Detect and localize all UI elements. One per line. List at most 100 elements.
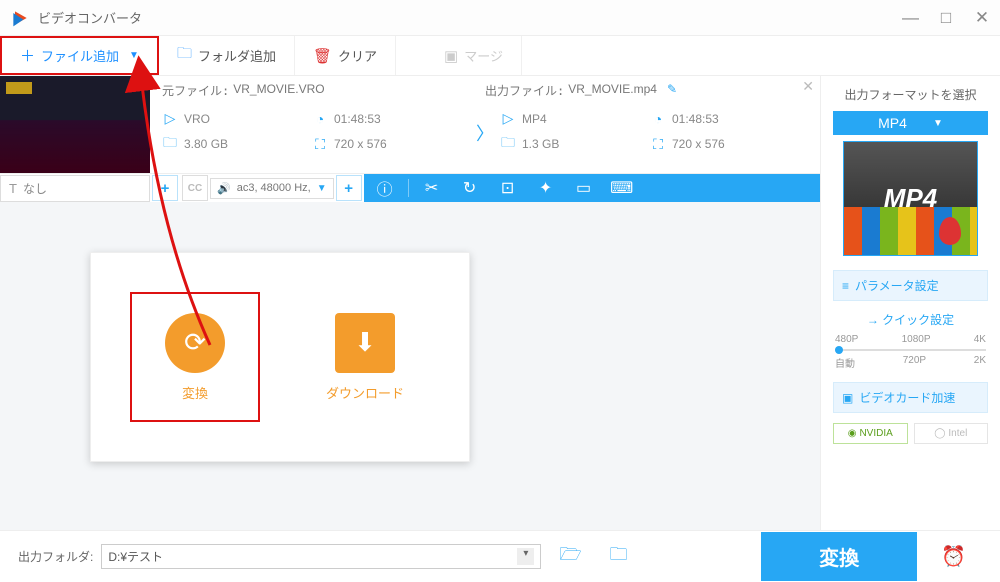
folder-icon: 🗀 [500, 132, 516, 156]
chevron-down-icon: ▼ [933, 118, 943, 129]
edit-toolbar: ⓘ ✂ ↻ ⊡ ✦ ▭ ⌨ [364, 174, 820, 202]
balloon-icon [939, 217, 961, 245]
sliders-icon: ≡ [842, 279, 849, 293]
clock-icon: ◔ [650, 111, 666, 127]
file-item: ✕ 元ファイル: VR_MOVIE.VRO 出力ファイル: VR_MOVIE.m… [0, 76, 820, 173]
rename-icon[interactable]: ✎ [667, 82, 677, 99]
output-format-header: 出力フォーマットを選択 [833, 86, 988, 103]
out-resolution: 720 x 576 [672, 137, 725, 151]
clear-label: クリア [338, 46, 377, 65]
drop-zone: ⟳ 変換 ⬇ ダウンロード [90, 252, 470, 462]
output-folder-label: 出力フォルダ: [18, 548, 93, 565]
convert-button-label: 変換 [819, 548, 859, 570]
download-card[interactable]: ⬇ ダウンロード [300, 292, 430, 422]
arrow-icon: 〉 [470, 105, 500, 161]
video-thumbnail[interactable] [0, 76, 150, 173]
chevron-down-icon: ▼ [317, 183, 327, 194]
merge-button[interactable]: ▣ マージ [426, 36, 522, 75]
out-size: 1.3 GB [522, 137, 559, 151]
app-logo-icon [10, 8, 30, 28]
cc-button[interactable]: CC [182, 175, 208, 201]
add-audio-button[interactable]: + [336, 175, 362, 201]
gpu-accel-button[interactable]: ▣ ビデオカード加速 [833, 382, 988, 413]
quick-settings-header: クイック設定 [833, 311, 988, 328]
subtitle-select[interactable]: T なし [0, 175, 150, 202]
open-folder-button[interactable]: 🗁 [549, 542, 591, 572]
clear-button[interactable]: 🗑 クリア [295, 36, 396, 75]
remove-file-button[interactable]: ✕ [802, 78, 814, 95]
src-format: VRO [184, 112, 210, 126]
dropdown-icon: ▼ [129, 50, 139, 61]
subtitle-value: なし [23, 180, 47, 197]
text-icon: T [9, 181, 17, 196]
parameter-settings-button[interactable]: ≡ パラメータ設定 [833, 270, 988, 301]
nvidia-icon: ◉ [848, 428, 857, 439]
quality-slider[interactable]: 480P 1080P 4K 自動 720P 2K [833, 334, 988, 370]
folder-plus-icon: 🗀 [177, 43, 192, 68]
app-title: ビデオコンバータ [38, 8, 142, 27]
rotate-icon[interactable]: ↻ [455, 178, 485, 198]
info-icon[interactable]: ⓘ [370, 176, 400, 200]
output-folder-value: D:¥テスト [108, 548, 163, 565]
titlebar: ビデオコンバータ — □ ✕ [0, 0, 1000, 36]
intel-badge: ◯Intel [914, 423, 989, 444]
audio-track-value: ac3, 48000 Hz, [237, 182, 311, 194]
qtick: 2K [974, 355, 986, 370]
add-file-label: ファイル追加 [41, 46, 119, 65]
minimize-button[interactable]: — [902, 8, 918, 28]
qtick: 自動 [835, 355, 855, 370]
track-editor-bar: T なし + CC 🔊 ac3, 48000 Hz, ▼ + ⓘ ✂ ↻ ⊡ ✦ [0, 173, 820, 202]
slider-handle[interactable] [835, 346, 843, 354]
qtick: 480P [835, 334, 858, 345]
output-info: ▷ MP4 ◔ 01:48:53 🗀 1.3 GB ⛶ 720 x 576 [500, 105, 808, 161]
qtick: 1080P [902, 334, 931, 345]
cut-icon[interactable]: ✂ [417, 178, 447, 198]
qtick: 720P [903, 355, 926, 370]
gpu-label: ビデオカード加速 [859, 389, 955, 406]
param-label: パラメータ設定 [855, 277, 939, 294]
src-resolution: 720 x 576 [334, 137, 387, 151]
speaker-icon: 🔊 [217, 182, 231, 195]
subtitle-edit-icon[interactable]: ⌨ [607, 178, 637, 198]
merge-label: マージ [464, 46, 503, 65]
add-file-button[interactable]: ＋ ファイル追加 ▼ [0, 36, 159, 75]
trash-icon: 🗑 [313, 47, 332, 65]
output-file-label: 出力ファイル: [485, 82, 564, 99]
intel-icon: ◯ [934, 428, 945, 439]
crop-icon[interactable]: ⊡ [493, 178, 523, 198]
add-folder-label: フォルダ追加 [198, 46, 276, 65]
src-size: 3.80 GB [184, 137, 228, 151]
src-duration: 01:48:53 [334, 112, 381, 126]
format-select-button[interactable]: MP4 ▼ [833, 111, 988, 135]
browse-output-folder-button[interactable]: 🗀 [600, 542, 638, 572]
source-info: ▷VRO ◔01:48:53 🗀3.80 GB ⛶720 x 576 [162, 105, 470, 161]
folder-icon: 🗀 [162, 132, 178, 156]
close-button[interactable]: ✕ [974, 8, 990, 28]
resolution-icon: ⛶ [312, 136, 328, 153]
download-card-label: ダウンロード [326, 383, 404, 402]
video-format-icon: ▷ [500, 110, 516, 127]
convert-card[interactable]: ⟳ 変換 [130, 292, 260, 422]
effects-icon[interactable]: ✦ [531, 178, 561, 198]
output-folder-input[interactable]: D:¥テスト ▾ [101, 544, 541, 569]
download-icon: ⬇ [335, 313, 395, 373]
output-file-name: VR_MOVIE.mp4 [568, 82, 657, 99]
add-subtitle-button[interactable]: + [152, 175, 178, 201]
maximize-button[interactable]: □ [938, 8, 954, 28]
clock-icon: ◔ [312, 111, 328, 127]
schedule-icon[interactable]: ⏰ [925, 544, 982, 569]
watermark-icon[interactable]: ▭ [569, 178, 599, 198]
source-file-name: VR_MOVIE.VRO [233, 82, 324, 99]
out-duration: 01:48:53 [672, 112, 719, 126]
out-format: MP4 [522, 112, 547, 126]
format-select-label: MP4 [878, 115, 907, 131]
nvidia-badge: ◉NVIDIA [833, 423, 908, 444]
qtick: 4K [974, 334, 986, 345]
convert-card-label: 変換 [182, 383, 208, 402]
resolution-icon: ⛶ [650, 136, 666, 153]
audio-track-select[interactable]: 🔊 ac3, 48000 Hz, ▼ [210, 178, 334, 199]
output-format-panel: 出力フォーマットを選択 MP4 ▼ MP4 ≡ パラメータ設定 クイック設定 4… [820, 76, 1000, 530]
add-folder-button[interactable]: 🗀 フォルダ追加 [159, 36, 295, 75]
format-preview[interactable]: MP4 [843, 141, 978, 256]
convert-button[interactable]: 変換 [761, 532, 917, 581]
